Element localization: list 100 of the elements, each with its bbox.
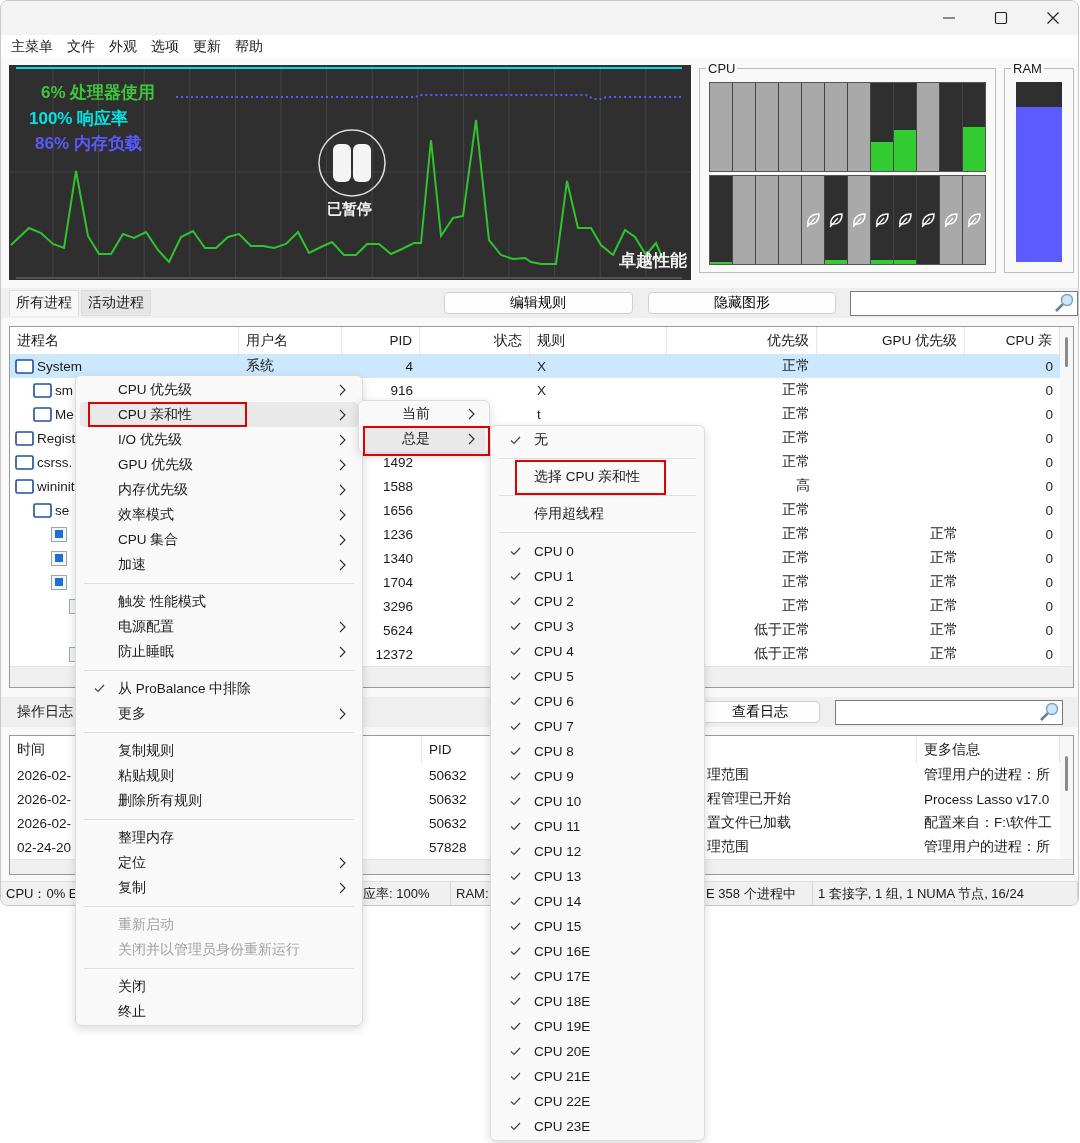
menu-item[interactable]: CPU 10 bbox=[495, 788, 700, 814]
menu-item[interactable]: CPU 21E bbox=[495, 1063, 700, 1089]
menu-bar-item[interactable]: 文件 bbox=[60, 37, 102, 56]
menu-item[interactable]: 电源配置 bbox=[80, 614, 358, 639]
edit-rules-button[interactable]: 编辑规则 bbox=[444, 292, 633, 314]
process-name: sm bbox=[55, 382, 73, 398]
menu-item[interactable]: CPU 22E bbox=[495, 1088, 700, 1114]
application-icon bbox=[51, 574, 67, 590]
table-cell: 2026-02- bbox=[17, 767, 72, 783]
menu-item[interactable]: I/O 优先级 bbox=[80, 427, 358, 452]
graph-legend-label: 100% 响应率 bbox=[29, 108, 129, 130]
search-field[interactable] bbox=[850, 290, 1078, 316]
menu-item[interactable]: 删除所有规则 bbox=[80, 788, 358, 813]
application-icon bbox=[51, 550, 67, 566]
selected-process-row[interactable]: System 系统 4 X 正常 0 bbox=[10, 354, 1060, 378]
table-cell: 正常 bbox=[930, 597, 958, 615]
menu-item[interactable]: CPU 23E bbox=[495, 1113, 700, 1139]
menu-item[interactable]: CPU 1 bbox=[495, 563, 700, 589]
menu-item[interactable]: CPU 17E bbox=[495, 963, 700, 989]
menu-item[interactable]: 定位 bbox=[80, 850, 358, 875]
menu-item[interactable]: CPU 18E bbox=[495, 988, 700, 1014]
table-cell: 低于正常 bbox=[754, 645, 810, 663]
table-cell: 高 bbox=[796, 477, 810, 495]
menu-item[interactable]: 无 bbox=[495, 427, 700, 453]
menu-item[interactable]: CPU 亲和性 bbox=[80, 402, 358, 427]
menu-item[interactable]: CPU 7 bbox=[495, 713, 700, 739]
table-cell: 正常 bbox=[782, 405, 810, 423]
table-cell: 1340 bbox=[382, 550, 413, 566]
table-cell: 程管理已开始 bbox=[707, 790, 791, 808]
menu-item[interactable]: 复制规则 bbox=[80, 738, 358, 763]
menu-item[interactable]: CPU 0 bbox=[495, 538, 700, 564]
menu-item[interactable]: CPU 11 bbox=[495, 813, 700, 839]
menu-item[interactable]: CPU 13 bbox=[495, 863, 700, 889]
menu-item[interactable]: CPU 14 bbox=[495, 888, 700, 914]
menu-bar-item[interactable]: 外观 bbox=[102, 37, 144, 56]
menu-item[interactable]: 关闭 bbox=[80, 974, 358, 999]
table-cell: Process Lasso v17.0 bbox=[924, 791, 1050, 807]
menu-item[interactable]: GPU 优先级 bbox=[80, 452, 358, 477]
menu-item[interactable]: 终止 bbox=[80, 999, 358, 1024]
menu-item[interactable]: 从 ProBalance 中排除 bbox=[80, 676, 358, 701]
menu-item[interactable]: CPU 19E bbox=[495, 1013, 700, 1039]
pause-icon[interactable] bbox=[317, 128, 387, 198]
menu-item[interactable]: CPU 9 bbox=[495, 763, 700, 789]
menu-item[interactable]: 粘贴规则 bbox=[80, 763, 358, 788]
tab[interactable]: 所有进程 bbox=[9, 290, 79, 316]
maximize-icon[interactable] bbox=[992, 9, 1010, 27]
menu-item[interactable]: 停用超线程 bbox=[495, 501, 700, 527]
menu-item[interactable]: CPU 16E bbox=[495, 938, 700, 964]
menu-item[interactable]: CPU 集合 bbox=[80, 527, 358, 552]
menu-item[interactable]: 触发 性能模式 bbox=[80, 589, 358, 614]
scrollbar[interactable] bbox=[1060, 736, 1073, 859]
table-cell: 正常 bbox=[930, 645, 958, 663]
menu-item[interactable]: 效率模式 bbox=[80, 502, 358, 527]
menu-item[interactable]: CPU 15 bbox=[495, 913, 700, 939]
menu-bar-item[interactable]: 帮助 bbox=[228, 37, 270, 56]
tab[interactable]: 活动进程 bbox=[81, 290, 151, 316]
menu-item[interactable]: CPU 2 bbox=[495, 588, 700, 614]
menu-bar-item[interactable]: 更新 bbox=[186, 37, 228, 56]
menu-item[interactable]: 加速 bbox=[80, 552, 358, 577]
menu-item[interactable]: 整理内存 bbox=[80, 825, 358, 850]
menu-item[interactable]: 选择 CPU 亲和性 bbox=[495, 464, 700, 490]
search-icon bbox=[1054, 293, 1074, 313]
status-text: 1 套接字, 1 组, 1 NUMA 节点, 16/24 bbox=[818, 884, 1024, 903]
table-cell: t bbox=[537, 406, 541, 422]
process-name: csrss. bbox=[37, 454, 73, 470]
search-field[interactable] bbox=[835, 699, 1063, 725]
table-cell: 管理用户的进程：所 bbox=[924, 766, 1050, 784]
menu-item[interactable]: 更多 bbox=[80, 701, 358, 726]
table-cell: 0 bbox=[1045, 430, 1053, 446]
window-icon bbox=[15, 430, 34, 446]
menu-item[interactable]: CPU 12 bbox=[495, 838, 700, 864]
table-cell: X bbox=[537, 358, 546, 374]
menu-item[interactable]: CPU 6 bbox=[495, 688, 700, 714]
menu-item[interactable]: CPU 8 bbox=[495, 738, 700, 764]
menu-item[interactable]: CPU 3 bbox=[495, 613, 700, 639]
table-cell: 50632 bbox=[429, 791, 467, 807]
ram-meter-title: RAM bbox=[1012, 61, 1043, 76]
menu-item[interactable]: 复制 bbox=[80, 875, 358, 900]
table-cell: 正常 bbox=[930, 621, 958, 639]
menu-item[interactable]: CPU 优先级 bbox=[80, 377, 358, 402]
table-cell: 置文件已加载 bbox=[707, 814, 791, 832]
menu-item[interactable]: CPU 20E bbox=[495, 1038, 700, 1064]
power-plan-label: 卓越性能 bbox=[619, 250, 687, 272]
menu-item[interactable]: 当前 bbox=[363, 401, 485, 427]
menu-item[interactable]: CPU 4 bbox=[495, 638, 700, 664]
process-name: Me bbox=[55, 406, 74, 422]
status-text: 应率: 100% bbox=[363, 884, 430, 903]
scrollbar[interactable] bbox=[1060, 327, 1073, 666]
hide-graph-button[interactable]: 隐藏图形 bbox=[647, 292, 836, 314]
table-cell: 0 bbox=[1045, 550, 1053, 566]
table-cell: 0 bbox=[1045, 478, 1053, 494]
menu-item[interactable]: CPU 5 bbox=[495, 663, 700, 689]
menu-item[interactable]: 防止睡眠 bbox=[80, 639, 358, 664]
table-cell: 57828 bbox=[429, 839, 467, 855]
table-cell: 3296 bbox=[382, 598, 413, 614]
menu-item[interactable]: 内存优先级 bbox=[80, 477, 358, 502]
menu-bar-item[interactable]: 选项 bbox=[144, 37, 186, 56]
process-name: se bbox=[55, 502, 70, 518]
menu-bar-item[interactable]: 主菜单 bbox=[4, 37, 60, 56]
graph-legend-label: 86% 内存负载 bbox=[35, 133, 142, 155]
